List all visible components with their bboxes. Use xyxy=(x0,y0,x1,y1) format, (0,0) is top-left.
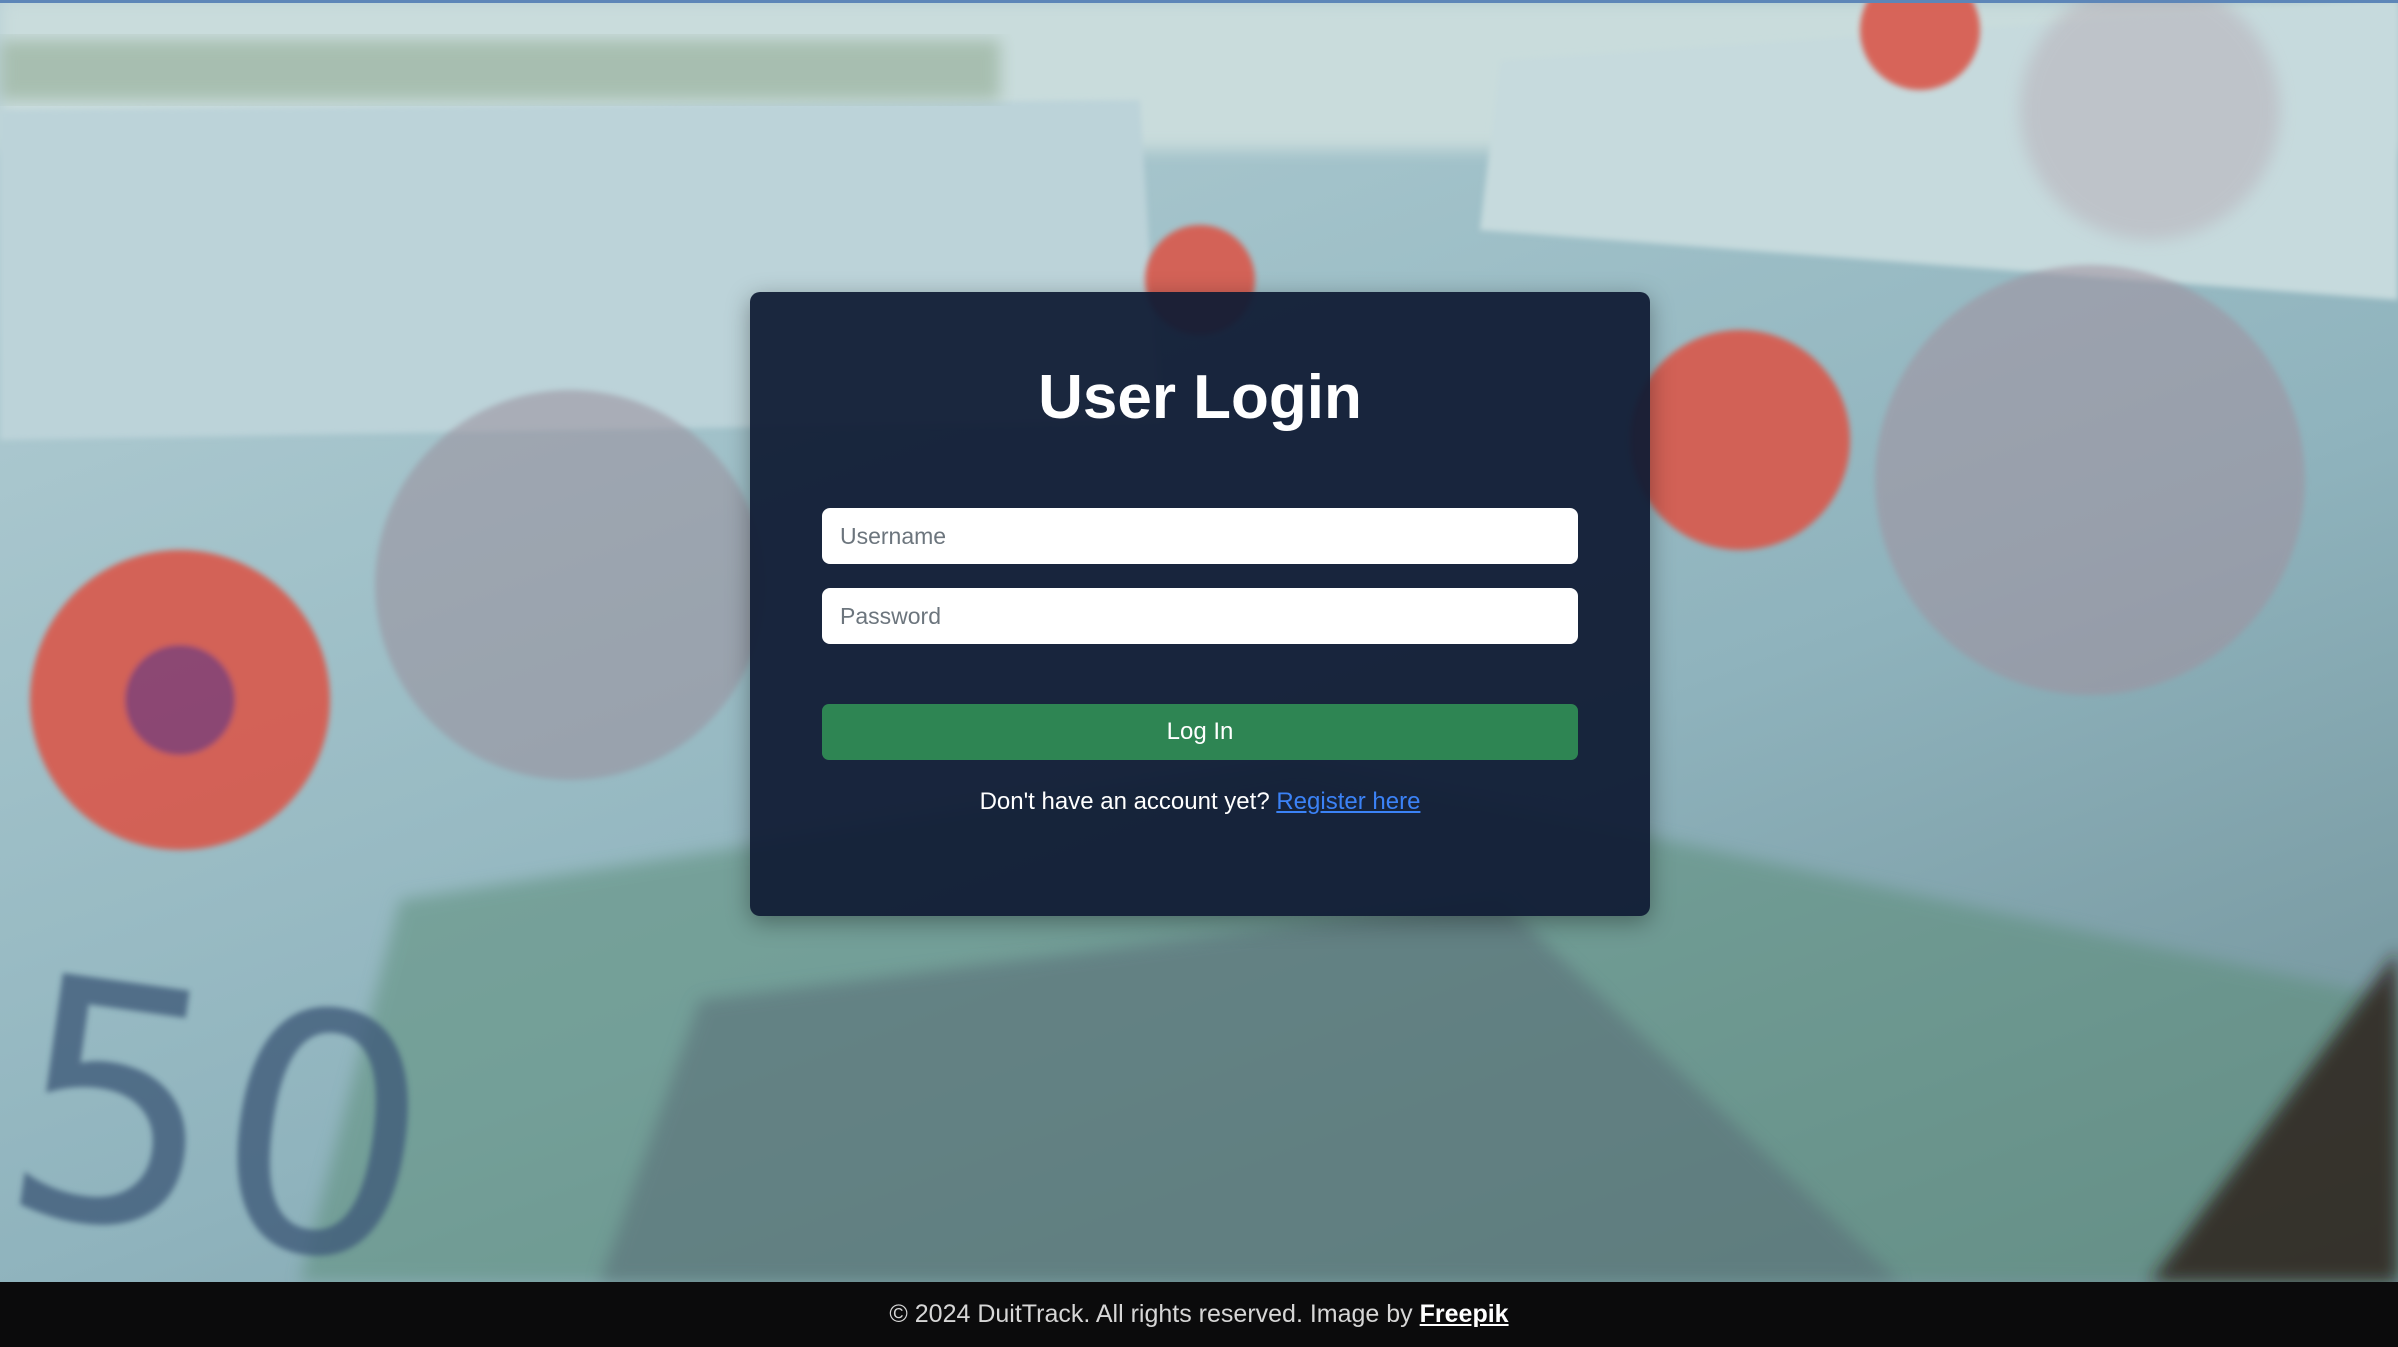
login-title: User Login xyxy=(1038,363,1362,432)
top-accent-line xyxy=(0,0,2398,3)
banknote-numeral-decoration: 50 xyxy=(0,903,453,1282)
password-input[interactable] xyxy=(822,588,1578,644)
login-card: User Login Log In Don't have an account … xyxy=(750,292,1650,916)
footer: © 2024 DuitTrack. All rights reserved. I… xyxy=(0,1282,2398,1347)
register-link[interactable]: Register here xyxy=(1276,788,1420,815)
register-prompt-line: Don't have an account yet? Register here xyxy=(750,786,1650,818)
freepik-credit-link[interactable]: Freepik xyxy=(1420,1300,1509,1328)
username-input[interactable] xyxy=(822,508,1578,564)
register-prompt-text: Don't have an account yet? xyxy=(979,788,1270,815)
login-page: 50 User Login Log In Don't have an accou… xyxy=(0,0,2398,1347)
footer-copyright-text: © 2024 DuitTrack. All rights reserved. I… xyxy=(889,1300,1413,1328)
login-button[interactable]: Log In xyxy=(822,704,1578,760)
